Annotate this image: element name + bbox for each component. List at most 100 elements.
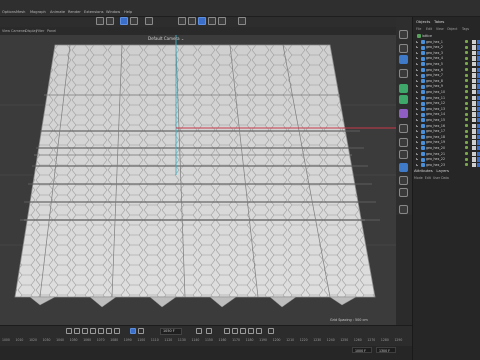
material-tag-icon[interactable] (472, 123, 476, 128)
menu-options[interactable]: Options (2, 10, 16, 14)
expand-icon[interactable] (416, 85, 418, 88)
pen-icon[interactable] (399, 44, 408, 53)
record-icon[interactable] (138, 328, 144, 334)
material-tag-icon[interactable] (472, 67, 476, 72)
attr-menu-mode[interactable]: Mode (414, 176, 423, 180)
expand-icon[interactable] (416, 68, 418, 71)
visibility-check-icon[interactable] (465, 118, 468, 122)
expand-icon[interactable] (416, 158, 418, 161)
attr-menu-user-data[interactable]: User Data (433, 176, 449, 180)
viewport-scene[interactable] (0, 35, 396, 325)
play-icon[interactable] (90, 328, 96, 334)
expand-icon[interactable] (416, 124, 418, 127)
next-frame-icon[interactable] (98, 328, 104, 334)
scale-key-icon[interactable] (240, 328, 246, 334)
visibility-check-icon[interactable] (465, 107, 468, 111)
menu-help[interactable]: Help (124, 10, 132, 14)
expand-icon[interactable] (416, 163, 418, 166)
material-tag-icon[interactable] (472, 50, 476, 56)
menu-render[interactable]: Render (68, 10, 81, 14)
rotate-key-icon[interactable] (232, 328, 238, 334)
keyframe-icon[interactable] (196, 328, 202, 334)
expand-icon[interactable] (416, 135, 418, 138)
prev-frame-icon[interactable] (82, 328, 88, 334)
material-tag-icon[interactable] (472, 101, 476, 106)
expand-icon[interactable] (416, 40, 418, 43)
material-tag-icon[interactable] (472, 140, 476, 145)
visibility-check-icon[interactable] (465, 45, 468, 49)
attributes-tab[interactable]: Attributes Layers (414, 168, 449, 173)
points-mode-icon[interactable] (188, 17, 196, 25)
expand-icon[interactable] (416, 46, 418, 49)
material-tag-icon[interactable] (472, 45, 476, 50)
visibility-check-icon[interactable] (465, 112, 468, 116)
visibility-check-icon[interactable] (465, 152, 468, 155)
expand-icon[interactable] (416, 79, 418, 82)
material-tag-icon[interactable] (472, 95, 476, 100)
attr-menu-edit[interactable]: Edit (425, 176, 431, 180)
viewport-camera-label[interactable]: Default Camera ⌄ (148, 36, 184, 41)
visibility-check-icon[interactable] (465, 68, 468, 71)
deformer-icon[interactable] (399, 109, 408, 118)
expand-icon[interactable] (416, 113, 418, 116)
expand-icon[interactable] (416, 107, 418, 110)
undo-icon[interactable] (96, 17, 104, 25)
end-frame-field[interactable]: 1300 F (376, 347, 396, 353)
expand-icon[interactable] (416, 74, 418, 77)
object-root-row[interactable]: lattice (414, 33, 480, 39)
panel-menu-view[interactable]: View (436, 27, 444, 31)
visibility-check-icon[interactable] (465, 163, 468, 167)
expand-icon[interactable] (416, 90, 418, 93)
panel-menu-tags[interactable]: Tags (462, 27, 469, 31)
material-tag-icon[interactable] (472, 84, 476, 89)
tag-icon[interactable] (399, 176, 408, 185)
visibility-check-icon[interactable] (465, 146, 468, 150)
visibility-check-icon[interactable] (465, 62, 468, 66)
param-key-icon[interactable] (248, 328, 254, 334)
layers-tab-label[interactable]: Layers (436, 168, 449, 173)
timeline-settings-icon[interactable] (268, 328, 274, 334)
scene-icon[interactable] (399, 138, 408, 147)
move-key-icon[interactable] (224, 328, 230, 334)
tab-takes[interactable]: Takes (434, 19, 444, 24)
expand-icon[interactable] (416, 141, 418, 144)
visibility-check-icon[interactable] (465, 79, 468, 83)
material-tag-icon[interactable] (472, 56, 476, 61)
visibility-check-icon[interactable] (465, 129, 468, 133)
text-icon[interactable] (399, 69, 408, 78)
current-frame-field[interactable]: 1050 F (160, 327, 182, 335)
expand-icon[interactable] (416, 152, 418, 155)
material-tag-icon[interactable] (472, 61, 476, 67)
field-icon[interactable] (399, 124, 408, 133)
expand-icon[interactable] (416, 96, 418, 99)
next-key-icon[interactable] (106, 328, 112, 334)
effector-icon[interactable] (399, 95, 408, 104)
visibility-check-icon[interactable] (465, 84, 468, 88)
subdivision-icon[interactable] (399, 55, 408, 64)
visibility-check-icon[interactable] (465, 90, 468, 94)
edges-mode-icon[interactable] (198, 17, 206, 25)
object-row[interactable]: geo_hex_23 (414, 162, 480, 168)
select-tool-icon[interactable] (120, 17, 128, 25)
material-tag-icon[interactable] (472, 162, 476, 168)
expand-icon[interactable] (416, 57, 418, 60)
menu-mograph[interactable]: Mograph (30, 10, 46, 14)
visibility-check-icon[interactable] (465, 135, 468, 139)
visibility-check-icon[interactable] (465, 56, 468, 60)
visibility-check-icon[interactable] (465, 124, 468, 127)
visibility-check-icon[interactable] (465, 96, 468, 99)
uv-mode-icon[interactable] (218, 17, 226, 25)
prev-key-icon[interactable] (74, 328, 80, 334)
cube-icon[interactable] (399, 30, 408, 39)
material-tag-icon[interactable] (472, 145, 476, 151)
model-mode-icon[interactable] (178, 17, 186, 25)
visibility-check-icon[interactable] (465, 51, 468, 55)
menu-extensions[interactable]: Extensions (84, 10, 104, 14)
menu-window[interactable]: Window (106, 10, 120, 14)
3d-viewport[interactable] (0, 35, 396, 325)
material-tag-icon[interactable] (472, 134, 476, 140)
polygons-mode-icon[interactable] (208, 17, 216, 25)
go-to-start-icon[interactable] (66, 328, 72, 334)
material-tag-icon[interactable] (472, 73, 476, 78)
settings-icon[interactable] (399, 205, 408, 214)
